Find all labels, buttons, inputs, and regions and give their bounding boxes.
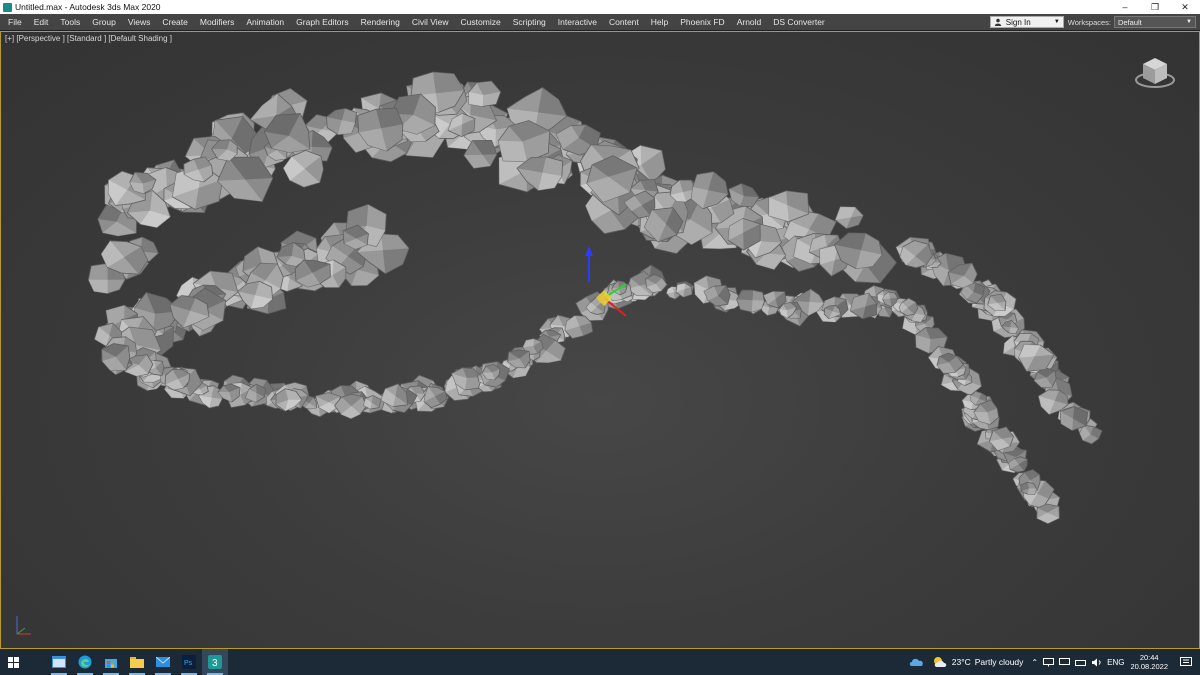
taskbar-app-photoshop[interactable]: Ps <box>176 649 202 675</box>
clock-time: 20:44 <box>1139 653 1159 662</box>
menu-customize[interactable]: Customize <box>455 14 507 30</box>
partly-cloudy-icon <box>933 657 946 667</box>
menu-scripting[interactable]: Scripting <box>507 14 552 30</box>
menu-bar: File Edit Tools Group Views Create Modif… <box>0 14 1200 31</box>
system-tray: ⌃ ENG <box>1031 657 1124 667</box>
rock[interactable] <box>326 107 358 136</box>
windows-taskbar: Ps 3 23°C Partly cloudy ⌃ ENG 20:44 20.0… <box>0 649 1200 675</box>
windows-start-icon <box>7 656 19 668</box>
workspaces-select[interactable]: Default ▼ <box>1114 16 1196 28</box>
menu-interactive[interactable]: Interactive <box>552 14 603 30</box>
sign-in-label: Sign In <box>1005 17 1031 27</box>
axis-tripod-icon <box>16 616 31 635</box>
menu-graph-editors[interactable]: Graph Editors <box>290 14 354 30</box>
menu-views[interactable]: Views <box>122 14 157 30</box>
taskbar-app-terminal[interactable] <box>46 649 72 675</box>
notification-icon <box>1180 656 1192 666</box>
user-icon <box>994 18 1001 26</box>
window-controls: – ❐ ✕ <box>1110 0 1200 14</box>
taskbar-clock[interactable]: 20:44 20.08.2022 <box>1130 653 1168 671</box>
menu-create[interactable]: Create <box>156 14 194 30</box>
menu-phoenix-fd[interactable]: Phoenix FD <box>674 14 730 30</box>
rock-scene[interactable] <box>1 32 1200 649</box>
taskbar-app-file-explorer[interactable] <box>124 649 150 675</box>
menu-group[interactable]: Group <box>86 14 122 30</box>
menu-tools[interactable]: Tools <box>54 14 86 30</box>
weather-temperature: 23°C <box>951 657 971 667</box>
clock-date: 20.08.2022 <box>1130 662 1168 671</box>
onedrive-tray-button[interactable] <box>902 649 932 675</box>
monitor-icon[interactable] <box>1059 657 1071 667</box>
3dsmax-app-icon <box>3 2 12 12</box>
start-button[interactable] <box>0 649 26 675</box>
title-bar: Untitled.max - Autodesk 3ds Max 2020 – ❐… <box>0 0 1200 14</box>
workspaces-label: Workspaces: <box>1067 17 1111 27</box>
menu-arnold[interactable]: Arnold <box>731 14 768 30</box>
network-icon[interactable] <box>1043 657 1055 667</box>
taskbar-app-store[interactable] <box>98 649 124 675</box>
chevron-down-icon: ▼ <box>1053 19 1060 25</box>
volume-icon[interactable] <box>1091 658 1102 667</box>
edge-icon <box>78 655 92 669</box>
perspective-viewport[interactable]: [+] [Perspective ] [Standard ] [Default … <box>0 31 1200 649</box>
cloud-icon <box>909 658 923 666</box>
rock[interactable] <box>1036 503 1060 524</box>
mail-icon <box>156 657 170 667</box>
notification-center-button[interactable] <box>1176 656 1196 668</box>
svg-text:3: 3 <box>212 658 218 669</box>
file-explorer-icon <box>130 657 144 668</box>
menu-ds-converter[interactable]: DS Converter <box>767 14 831 30</box>
rock[interactable] <box>736 289 765 313</box>
terminal-icon <box>52 656 66 668</box>
workspaces-value: Default <box>1118 17 1142 27</box>
maximize-button[interactable]: ❐ <box>1140 0 1170 14</box>
store-icon <box>105 659 117 668</box>
rock[interactable] <box>101 343 131 372</box>
menu-civil-view[interactable]: Civil View <box>406 14 455 30</box>
rock[interactable] <box>1079 424 1103 445</box>
menu-edit[interactable]: Edit <box>28 14 55 30</box>
taskbar-app-mail[interactable] <box>150 649 176 675</box>
rock[interactable] <box>1020 481 1037 495</box>
menu-rendering[interactable]: Rendering <box>355 14 406 30</box>
chevron-down-icon: ▼ <box>1186 19 1192 25</box>
rock[interactable] <box>834 206 864 230</box>
viewcube-icon[interactable] <box>1133 52 1177 92</box>
menu-content[interactable]: Content <box>603 14 645 30</box>
weather-description: Partly cloudy <box>974 657 1024 667</box>
viewport-label[interactable]: [+] [Perspective ] [Standard ] [Default … <box>5 34 172 43</box>
chevron-up-icon[interactable]: ⌃ <box>1031 658 1038 667</box>
taskbar-app-3dsmax[interactable]: 3 <box>202 649 228 675</box>
storage-icon[interactable] <box>1075 658 1087 667</box>
input-language[interactable]: ENG <box>1107 658 1124 667</box>
taskbar-app-edge[interactable] <box>72 649 98 675</box>
menu-help[interactable]: Help <box>645 14 674 30</box>
menu-animation[interactable]: Animation <box>240 14 290 30</box>
menu-file[interactable]: File <box>0 14 28 30</box>
minimize-button[interactable]: – <box>1110 0 1140 14</box>
weather-widget[interactable]: 23°C Partly cloudy <box>932 656 1024 668</box>
menu-modifiers[interactable]: Modifiers <box>194 14 240 30</box>
close-button[interactable]: ✕ <box>1170 0 1200 14</box>
svg-text:Ps: Ps <box>184 660 193 667</box>
window-title: Untitled.max - Autodesk 3ds Max 2020 <box>15 2 161 12</box>
photoshop-icon: Ps <box>182 655 196 669</box>
3dsmax-icon: 3 <box>208 655 222 669</box>
sign-in-dropdown[interactable]: Sign In ▼ <box>989 16 1064 28</box>
